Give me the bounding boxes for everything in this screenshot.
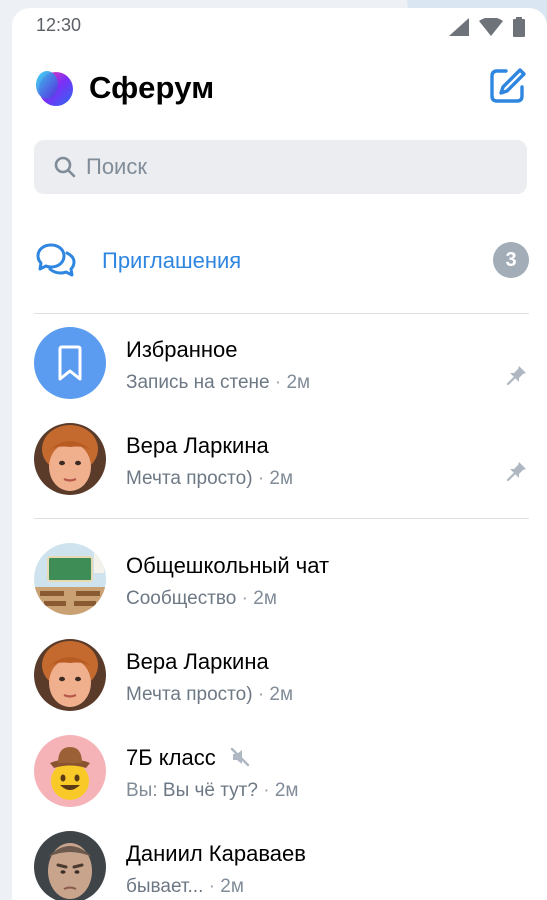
separator: ·	[257, 684, 265, 705]
chat-row-daniil-karavaev[interactable]: Даниил Караваев бывает... · 2м	[12, 819, 547, 900]
status-icons	[449, 17, 525, 42]
avatar	[34, 423, 106, 495]
chat-row-favorites[interactable]: Избранное Запись на стене · 2м	[12, 315, 547, 411]
bookmark-icon	[58, 345, 82, 381]
chat-name: Вера Ларкина	[126, 433, 269, 458]
chat-meta: Мечта просто) · 2м	[126, 684, 293, 706]
divider	[34, 518, 529, 519]
avatar-photo	[34, 831, 106, 900]
chat-name: Общешкольный чат	[126, 553, 330, 578]
chat-time: 2м	[286, 372, 311, 393]
chat-name: 7Б класс	[126, 745, 216, 770]
avatar	[34, 543, 106, 615]
signal-icon	[449, 18, 469, 41]
chat-meta: Вы: Вы чё тут? · 2м	[126, 780, 298, 802]
invitations-count-badge: 3	[493, 242, 529, 278]
search-bar[interactable]	[34, 140, 527, 194]
cowboy-emoji	[50, 747, 90, 800]
divider	[34, 313, 529, 314]
chat-preview: Мечта просто)	[126, 468, 253, 489]
chat-meta: бывает... · 2м	[126, 876, 244, 898]
chat-row-vera-larkina[interactable]: Вера Ларкина Мечта просто) · 2м	[12, 627, 547, 723]
sferum-logo	[34, 68, 74, 108]
invitations-row[interactable]: Приглашения 3	[12, 230, 547, 290]
chat-meta: Сообщество · 2м	[126, 588, 277, 610]
separator: ·	[263, 780, 270, 801]
chat-preview: Запись на стене	[126, 372, 270, 393]
pin-icon	[506, 365, 527, 390]
separator: ·	[241, 588, 248, 609]
avatar	[34, 327, 106, 399]
chat-row-vera-larkina-pinned[interactable]: Вера Ларкина Мечта просто) · 2м	[12, 411, 547, 507]
chat-author: Вы:	[126, 780, 158, 801]
chat-preview: Мечта просто)	[126, 684, 253, 705]
chat-meta: Мечта просто) · 2м	[126, 468, 293, 490]
muted-icon	[230, 747, 250, 772]
app-screen: 12:30 Сферум Поиск Приглашения 3 Избранн…	[12, 8, 547, 900]
chat-preview: Вы чё тут?	[162, 780, 258, 801]
search-input[interactable]	[86, 140, 506, 194]
avatar-photo	[34, 639, 106, 711]
status-bar: 12:30	[12, 8, 547, 44]
chat-time: 2м	[220, 876, 244, 897]
avatar	[34, 831, 106, 900]
chat-row-school-chat[interactable]: Общешкольный чат Сообщество · 2м	[12, 531, 547, 627]
chat-name: Даниил Караваев	[126, 841, 306, 866]
wifi-icon	[479, 17, 503, 41]
invitations-label: Приглашения	[102, 248, 242, 273]
app-header: Сферум	[12, 64, 547, 114]
chat-meta: Запись на стене · 2м	[126, 372, 310, 394]
chat-time: 2м	[274, 780, 299, 801]
avatar-photo	[34, 423, 106, 495]
chat-name: Вера Ларкина	[126, 649, 269, 674]
separator: ·	[274, 372, 282, 393]
chat-name: Избранное	[126, 337, 238, 362]
search-icon	[54, 156, 76, 183]
compose-button[interactable]	[487, 66, 527, 106]
chat-time: 2м	[269, 468, 294, 489]
classroom-image	[34, 543, 106, 615]
chat-bubbles-icon	[36, 242, 76, 283]
chat-time: 2м	[269, 684, 294, 705]
chat-preview: Сообщество	[126, 588, 237, 609]
avatar	[34, 639, 106, 711]
chat-row-7b-class[interactable]: 7Б класс Вы: Вы чё тут? · 2м	[12, 723, 547, 819]
separator: ·	[257, 468, 265, 489]
avatar	[34, 735, 106, 807]
chat-preview: бывает...	[126, 876, 204, 897]
chat-time: 2м	[253, 588, 277, 609]
separator: ·	[208, 876, 215, 897]
status-time: 12:30	[36, 15, 82, 35]
app-title: Сферум	[89, 70, 215, 105]
battery-icon	[513, 17, 525, 42]
pin-icon	[506, 461, 527, 486]
